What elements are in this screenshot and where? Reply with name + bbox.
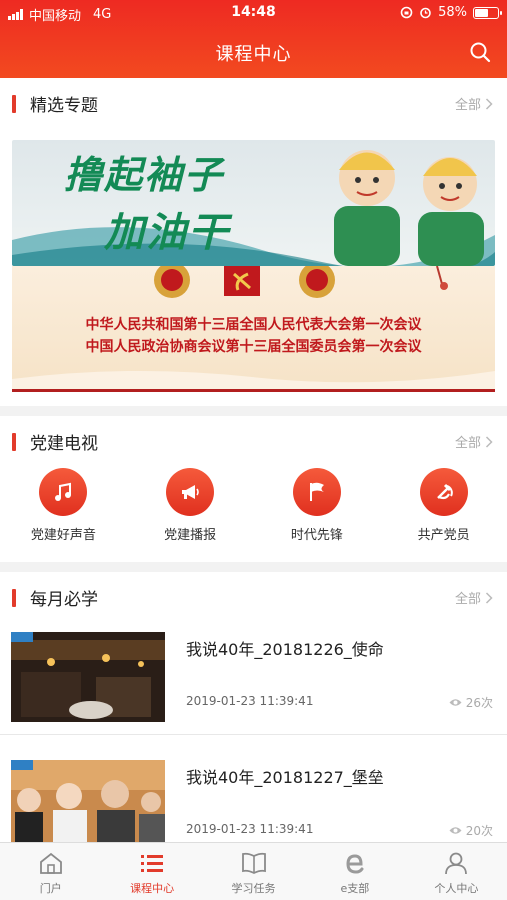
home-icon bbox=[39, 852, 62, 874]
monthly-section: 每月必学 全部 我说40年_20181226_使命 2019-01-23 11:… bbox=[0, 572, 507, 850]
party-tv-grid: 党建好声音 党建播报 时代先锋 共产党员 bbox=[0, 468, 507, 548]
video-date: 2019-01-23 11:39:41 bbox=[186, 694, 314, 708]
banner-two-sessions[interactable]: 中华人民共和国第十三届全国人民代表大会第一次会议 中国人民政治协商会议第十三届全… bbox=[12, 266, 495, 392]
tv-item-good-voice[interactable]: 党建好声音 bbox=[0, 468, 127, 548]
video-thumbnail bbox=[11, 760, 165, 850]
monthly-more-link[interactable]: 全部 bbox=[455, 588, 493, 607]
eye-icon bbox=[449, 827, 462, 834]
view-count: 20次 bbox=[449, 822, 493, 839]
banner-wave bbox=[12, 370, 495, 389]
banner-sleeves-up[interactable]: 撸起袖子 加油干 bbox=[12, 140, 495, 266]
app-screen: 中国移动 4G 14:48 58% 课程中心 精选专题 全部 撸起袖子 加油干 … bbox=[0, 0, 507, 900]
tab-home[interactable]: 门户 bbox=[0, 843, 101, 900]
tv-item-pioneers[interactable]: 时代先锋 bbox=[254, 468, 381, 548]
view-count-label: 26次 bbox=[465, 696, 493, 710]
status-right: 58% bbox=[400, 5, 502, 20]
chevron-right-icon bbox=[485, 97, 493, 110]
nav-bar: 课程中心 bbox=[0, 28, 507, 78]
banner-line-cppcc: 中国人民政治协商会议第十三届全国委员会第一次会议 bbox=[85, 339, 422, 355]
view-count-label: 20次 bbox=[465, 824, 493, 838]
tab-label: 课程中心 bbox=[130, 882, 175, 895]
more-label: 全部 bbox=[454, 436, 481, 451]
page-title: 课程中心 bbox=[215, 44, 292, 65]
megaphone-icon bbox=[166, 468, 215, 516]
section-marker bbox=[12, 95, 16, 113]
view-count: 26次 bbox=[449, 694, 493, 711]
more-label: 全部 bbox=[454, 98, 481, 113]
e-branch-icon bbox=[346, 854, 364, 874]
battery-percent: 58% bbox=[438, 5, 467, 20]
rotation-lock-icon bbox=[400, 6, 413, 19]
list-divider bbox=[0, 734, 507, 735]
featured-more-link[interactable]: 全部 bbox=[455, 94, 493, 113]
battery-icon bbox=[473, 6, 502, 19]
eye-icon bbox=[449, 699, 462, 706]
tv-item-label: 时代先锋 bbox=[290, 528, 343, 543]
tv-item-broadcast[interactable]: 党建播报 bbox=[127, 468, 254, 548]
banner-slogan-line2: 加油干 bbox=[104, 210, 230, 256]
tab-course-center[interactable]: 课程中心 bbox=[101, 843, 202, 900]
party-tv-more-link[interactable]: 全部 bbox=[455, 432, 493, 451]
party-tv-title: 党建电视 bbox=[30, 434, 98, 454]
chevron-right-icon bbox=[485, 435, 493, 448]
user-icon bbox=[445, 852, 468, 875]
banner-line-npc: 中华人民共和国第十三届全国人民代表大会第一次会议 bbox=[85, 317, 422, 333]
flag-icon bbox=[292, 468, 341, 516]
featured-title: 精选专题 bbox=[30, 96, 98, 116]
tab-e-branch[interactable]: e支部 bbox=[304, 843, 405, 900]
video-date: 2019-01-23 11:39:41 bbox=[186, 822, 314, 836]
tab-label: e支部 bbox=[340, 882, 370, 895]
featured-section: 精选专题 全部 撸起袖子 加油干 中华人民共和国第十三届全国人民代表大会第一次会… bbox=[0, 78, 507, 406]
bottom-tab-bar: 门户 课程中心 学习任务 e支部 个人中心 bbox=[0, 842, 507, 900]
section-marker bbox=[12, 589, 16, 607]
book-icon bbox=[241, 852, 266, 875]
video-title: 我说40年_20181226_使命 bbox=[186, 640, 384, 659]
featured-header: 精选专题 全部 bbox=[0, 78, 507, 128]
tab-label: 门户 bbox=[39, 882, 62, 895]
music-note-icon bbox=[39, 468, 88, 516]
tab-label: 学习任务 bbox=[231, 882, 276, 895]
list-icon bbox=[141, 855, 164, 872]
emblem-decoration bbox=[154, 266, 448, 298]
party-emblem-icon bbox=[419, 468, 468, 516]
tv-item-label: 党建播报 bbox=[164, 528, 217, 543]
chevron-right-icon bbox=[485, 591, 493, 604]
list-item[interactable]: 我说40年_20181226_使命 2019-01-23 11:39:41 26… bbox=[0, 614, 507, 734]
party-tv-header: 党建电视 全部 bbox=[0, 416, 507, 466]
tab-personal-center[interactable]: 个人中心 bbox=[406, 843, 507, 900]
tab-study-tasks[interactable]: 学习任务 bbox=[203, 843, 304, 900]
party-tv-section: 党建电视 全部 党建好声音 党建播报 时代先锋 共产党员 bbox=[0, 416, 507, 562]
tab-label: 个人中心 bbox=[434, 882, 479, 895]
banner-slogan-line1: 撸起袖子 bbox=[64, 153, 225, 197]
tv-item-label: 党建好声音 bbox=[30, 528, 96, 543]
video-thumbnail bbox=[11, 632, 165, 722]
more-label: 全部 bbox=[454, 592, 481, 607]
monthly-title: 每月必学 bbox=[30, 590, 98, 610]
tv-item-label: 共产党员 bbox=[417, 528, 470, 543]
section-marker bbox=[12, 433, 16, 451]
alarm-icon bbox=[420, 7, 431, 19]
tv-item-party-members[interactable]: 共产党员 bbox=[380, 468, 507, 548]
search-icon[interactable] bbox=[469, 41, 491, 63]
status-bar: 中国移动 4G 14:48 58% bbox=[0, 0, 507, 28]
top-bar: 中国移动 4G 14:48 58% 课程中心 bbox=[0, 0, 507, 78]
video-title: 我说40年_20181227_堡垒 bbox=[186, 768, 384, 787]
